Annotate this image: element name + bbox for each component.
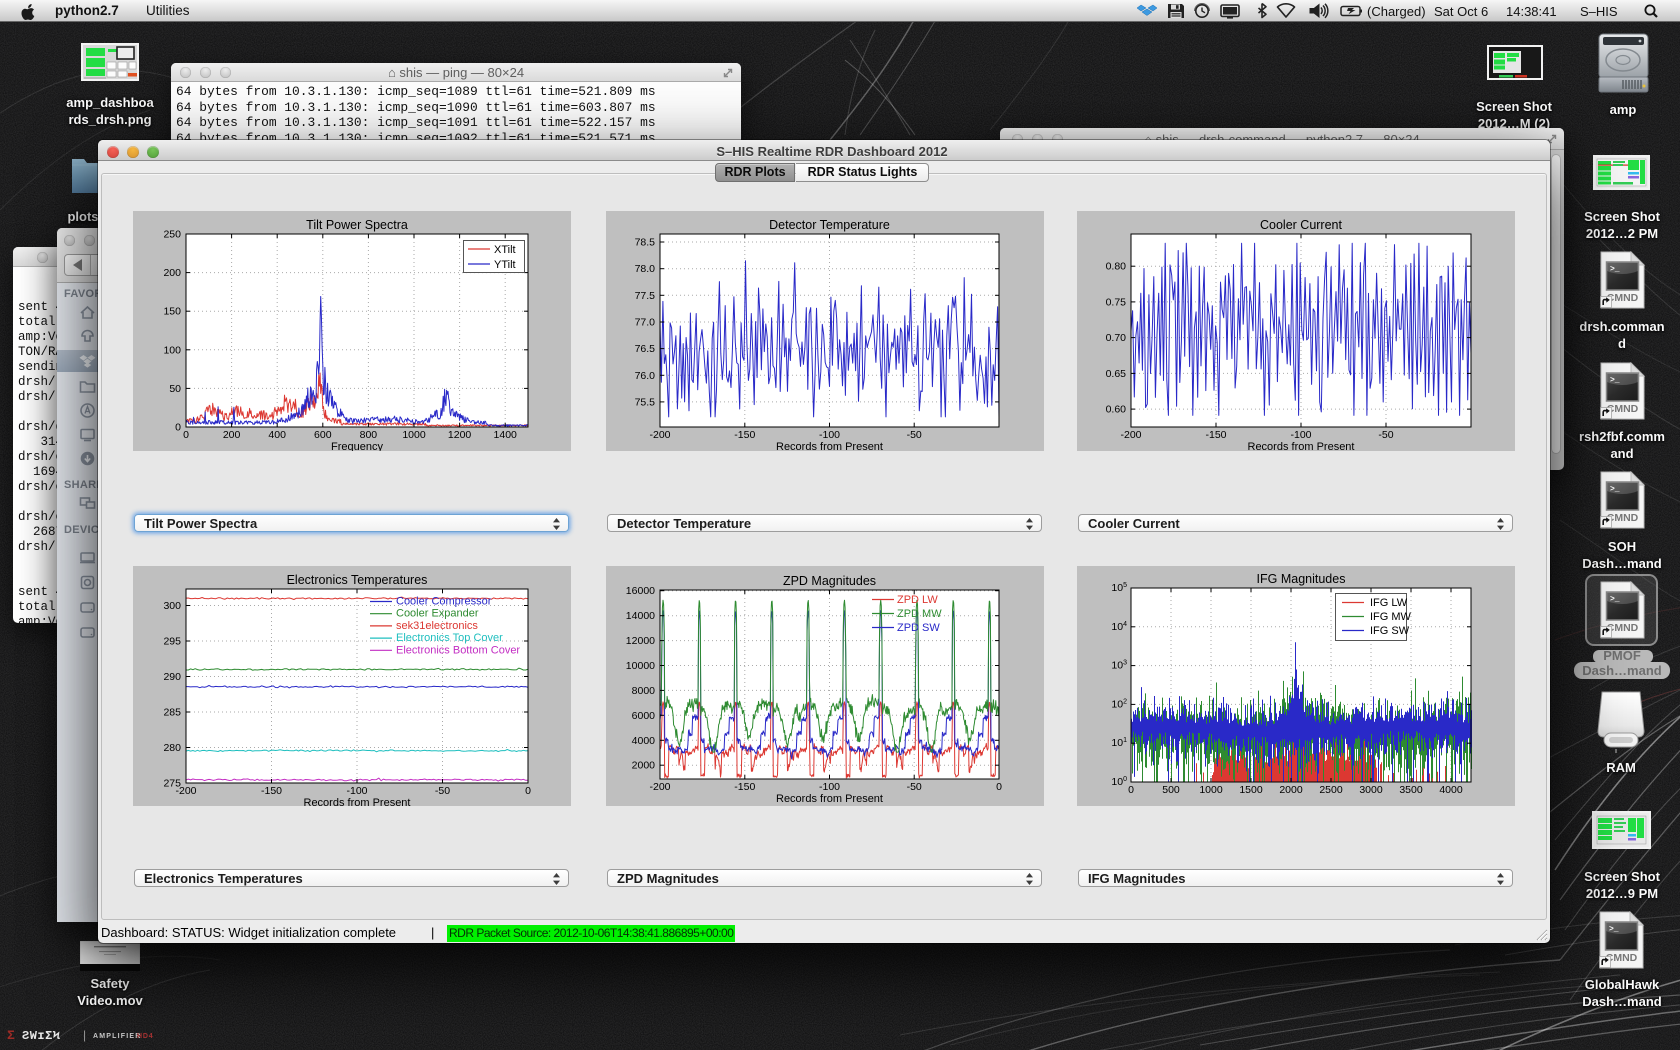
svg-text:10000: 10000	[626, 660, 655, 672]
svg-text:4000: 4000	[632, 735, 656, 747]
svg-text:ZPD LW: ZPD LW	[897, 594, 938, 606]
svg-text:IFG LW: IFG LW	[1370, 597, 1408, 609]
svg-text:>_: >_	[1610, 485, 1620, 494]
svg-text:100: 100	[163, 344, 181, 356]
svg-text:1200: 1200	[448, 429, 472, 441]
svg-text:sek31electronics: sek31electronics	[396, 620, 478, 632]
svg-text:0.60: 0.60	[1106, 404, 1127, 416]
svg-text:2000: 2000	[632, 760, 656, 772]
svg-text:Records from Present: Records from Present	[1248, 441, 1355, 451]
svg-text:295: 295	[163, 636, 181, 648]
svg-text:0: 0	[183, 429, 189, 441]
svg-text:ZPD MW: ZPD MW	[897, 608, 942, 620]
svg-text:Records from Present: Records from Present	[776, 441, 883, 451]
svg-text:-50: -50	[907, 429, 922, 441]
svg-text:ZPD Magnitudes: ZPD Magnitudes	[783, 574, 876, 588]
svg-text:-50: -50	[907, 781, 922, 793]
svg-text:200: 200	[163, 267, 181, 279]
svg-text:3000: 3000	[1359, 784, 1383, 796]
svg-text:Electronics Top Cover: Electronics Top Cover	[396, 632, 503, 644]
svg-text:1500: 1500	[1239, 784, 1263, 796]
svg-text:Tilt Power Spectra: Tilt Power Spectra	[306, 218, 408, 232]
svg-text:2000: 2000	[1279, 784, 1303, 796]
svg-text:Frequency: Frequency	[331, 441, 383, 451]
svg-text:78.0: 78.0	[635, 263, 656, 275]
svg-text:8000: 8000	[632, 685, 656, 697]
svg-text:78.5: 78.5	[635, 237, 656, 249]
svg-text:50: 50	[169, 383, 181, 395]
svg-text:-150: -150	[734, 429, 755, 441]
svg-text:2500: 2500	[1319, 784, 1343, 796]
svg-text:>_: >_	[1609, 925, 1619, 934]
svg-text:200: 200	[223, 429, 241, 441]
svg-text:0: 0	[996, 781, 1002, 793]
svg-text:6000: 6000	[632, 710, 656, 722]
svg-text:-200: -200	[649, 781, 670, 793]
svg-text:-200: -200	[1120, 429, 1141, 441]
svg-text:IFG Magnitudes: IFG Magnitudes	[1257, 572, 1346, 586]
svg-text:Cooler Expander: Cooler Expander	[396, 608, 479, 620]
svg-text:600: 600	[314, 429, 332, 441]
svg-text:76.5: 76.5	[635, 343, 656, 355]
svg-text:-50: -50	[1378, 429, 1393, 441]
svg-text:290: 290	[163, 671, 181, 683]
svg-text:IFG SW: IFG SW	[1370, 625, 1410, 637]
svg-text:Electronics Temperatures: Electronics Temperatures	[287, 573, 428, 587]
svg-text:4000: 4000	[1439, 784, 1463, 796]
svg-text:1400: 1400	[494, 429, 518, 441]
svg-text:Records from Present: Records from Present	[776, 793, 883, 805]
svg-text:Electronics Bottom Cover: Electronics Bottom Cover	[396, 644, 520, 656]
svg-text:75.5: 75.5	[635, 396, 656, 408]
svg-text:0.80: 0.80	[1106, 261, 1127, 273]
svg-text:-150: -150	[734, 781, 755, 793]
svg-text:0.65: 0.65	[1106, 368, 1127, 380]
svg-text:1000: 1000	[402, 429, 426, 441]
svg-text:285: 285	[163, 707, 181, 719]
svg-text:500: 500	[1162, 784, 1180, 796]
svg-text:1000: 1000	[1199, 784, 1223, 796]
svg-text:76.0: 76.0	[635, 370, 656, 382]
svg-text:400: 400	[268, 429, 286, 441]
svg-text:IFG MW: IFG MW	[1370, 611, 1412, 623]
svg-text:>_: >_	[1610, 376, 1620, 385]
svg-text:-100: -100	[346, 785, 367, 797]
svg-text:ZPD SW: ZPD SW	[897, 622, 940, 634]
svg-text:>_: >_	[1610, 265, 1620, 274]
svg-text:12000: 12000	[626, 635, 655, 647]
svg-text:Records from Present: Records from Present	[304, 797, 411, 806]
svg-text:>_: >_	[1610, 595, 1620, 604]
svg-text:-150: -150	[1205, 429, 1226, 441]
svg-text:280: 280	[163, 742, 181, 754]
svg-text:800: 800	[360, 429, 378, 441]
svg-text:0.70: 0.70	[1106, 332, 1127, 344]
svg-text:Detector Temperature: Detector Temperature	[769, 218, 890, 232]
svg-text:0.75: 0.75	[1106, 296, 1127, 308]
svg-text:275: 275	[163, 778, 181, 790]
svg-text:Cooler Compressor: Cooler Compressor	[396, 596, 492, 608]
svg-text:Cooler Current: Cooler Current	[1260, 218, 1343, 232]
svg-text:77.0: 77.0	[635, 317, 656, 329]
svg-text:77.5: 77.5	[635, 290, 656, 302]
svg-text:250: 250	[163, 229, 181, 241]
svg-text:-200: -200	[649, 429, 670, 441]
svg-text:0: 0	[1128, 784, 1134, 796]
svg-text:16000: 16000	[626, 585, 655, 597]
svg-text:14000: 14000	[626, 610, 655, 622]
svg-text:-100: -100	[819, 781, 840, 793]
svg-text:3500: 3500	[1399, 784, 1423, 796]
svg-text:0: 0	[525, 785, 531, 797]
svg-text:-150: -150	[261, 785, 282, 797]
svg-text:-100: -100	[819, 429, 840, 441]
svg-text:-50: -50	[435, 785, 450, 797]
svg-text:-100: -100	[1290, 429, 1311, 441]
svg-text:300: 300	[163, 600, 181, 612]
svg-text:YTilt: YTilt	[494, 259, 516, 271]
svg-text:0: 0	[175, 422, 181, 434]
svg-text:150: 150	[163, 306, 181, 318]
svg-text:XTilt: XTilt	[494, 244, 516, 256]
